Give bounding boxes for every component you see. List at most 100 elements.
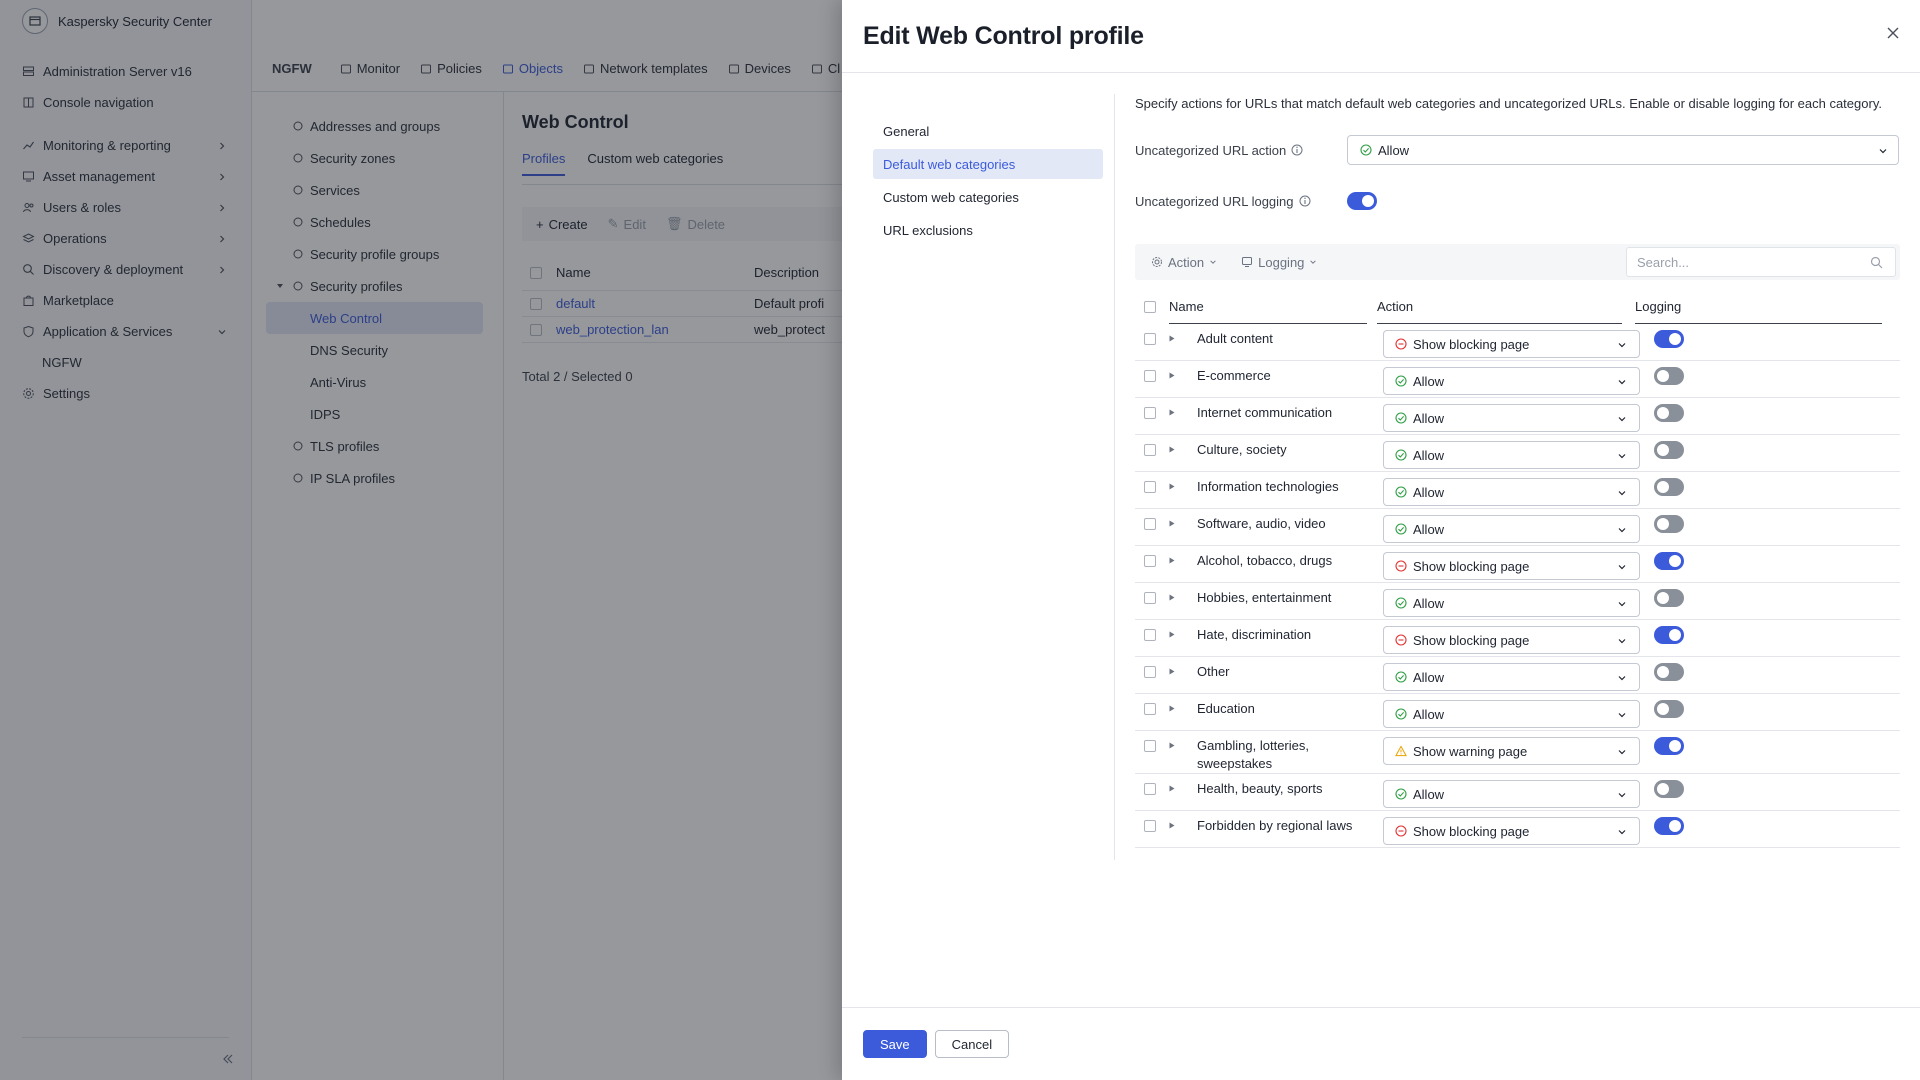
uncategorized-logging-label: Uncategorized URL logging — [1135, 193, 1294, 209]
table-row: Information technologies Allow — [1135, 472, 1900, 509]
row-checkbox[interactable] — [1144, 783, 1156, 795]
caret-right-icon — [1169, 372, 1175, 379]
category-logging-toggle[interactable] — [1654, 552, 1684, 570]
caret-right-icon — [1169, 705, 1175, 712]
expand-row-button[interactable] — [1169, 441, 1191, 453]
category-action-select[interactable]: Allow — [1383, 478, 1640, 506]
category-action-select[interactable]: Allow — [1383, 515, 1640, 543]
category-logging-toggle[interactable] — [1654, 626, 1684, 644]
categories-table: Name Action Logging Adult content Show b… — [1135, 290, 1900, 848]
row-checkbox[interactable] — [1144, 370, 1156, 382]
row-checkbox-cell — [1135, 663, 1167, 678]
category-action-select[interactable]: Allow — [1383, 441, 1640, 469]
check-circle-icon — [1395, 449, 1407, 461]
row-checkbox[interactable] — [1144, 629, 1156, 641]
cancel-button[interactable]: Cancel — [934, 1030, 1010, 1058]
info-icon[interactable] — [1291, 144, 1303, 156]
search-input[interactable] — [1637, 254, 1857, 270]
chevron-down-icon — [1618, 343, 1626, 348]
category-logging-toggle[interactable] — [1654, 515, 1684, 533]
category-action-select[interactable]: Allow — [1383, 367, 1640, 395]
expand-row-button[interactable] — [1169, 700, 1191, 712]
table-header: Name Action Logging — [1135, 290, 1900, 324]
action-filter[interactable]: Action — [1151, 255, 1217, 270]
drawer-section-tab[interactable]: General — [873, 116, 1103, 146]
logging-filter[interactable]: Logging — [1241, 255, 1317, 270]
row-checkbox[interactable] — [1144, 481, 1156, 493]
category-logging-toggle[interactable] — [1654, 780, 1684, 798]
category-action-value: Allow — [1413, 786, 1445, 802]
expand-row-button[interactable] — [1169, 817, 1191, 829]
select-all-checkbox[interactable] — [1144, 301, 1156, 313]
row-checkbox[interactable] — [1144, 703, 1156, 715]
expand-row-button[interactable] — [1169, 404, 1191, 416]
expand-row-button[interactable] — [1169, 780, 1191, 792]
category-logging-toggle[interactable] — [1654, 441, 1684, 459]
expand-row-button[interactable] — [1169, 330, 1191, 342]
table-row: Gambling, lotteries, sweepstakes Show wa… — [1135, 731, 1900, 774]
category-logging-toggle[interactable] — [1654, 330, 1684, 348]
action-status-icon — [1395, 671, 1407, 683]
uncategorized-action-select[interactable]: Allow — [1347, 135, 1899, 165]
row-checkbox[interactable] — [1144, 407, 1156, 419]
expand-row-button[interactable] — [1169, 478, 1191, 490]
row-checkbox[interactable] — [1144, 740, 1156, 752]
info-icon[interactable] — [1299, 195, 1311, 207]
expand-row-button[interactable] — [1169, 626, 1191, 638]
category-name-cell: Hate, discrimination — [1197, 626, 1373, 644]
category-action-select[interactable]: Show blocking page — [1383, 330, 1640, 358]
category-logging-toggle[interactable] — [1654, 404, 1684, 422]
row-checkbox[interactable] — [1144, 333, 1156, 345]
expand-row-button[interactable] — [1169, 663, 1191, 675]
category-logging-toggle[interactable] — [1654, 817, 1684, 835]
expand-row-button[interactable] — [1169, 589, 1191, 601]
row-checkbox[interactable] — [1144, 444, 1156, 456]
drawer-section-tab[interactable]: Default web categories — [873, 149, 1103, 179]
chevron-down-icon — [1618, 602, 1626, 607]
expand-row-button[interactable] — [1169, 515, 1191, 527]
category-action-select[interactable]: Allow — [1383, 780, 1640, 808]
caret-right-icon — [1169, 520, 1175, 527]
search-icon[interactable] — [1870, 256, 1883, 269]
row-checkbox[interactable] — [1144, 518, 1156, 530]
category-logging-toggle[interactable] — [1654, 737, 1684, 755]
category-action-select[interactable]: Allow — [1383, 663, 1640, 691]
table-row: E-commerce Allow — [1135, 361, 1900, 398]
expand-row-button[interactable] — [1169, 737, 1191, 749]
category-action-select[interactable]: Show blocking page — [1383, 626, 1640, 654]
logging-cell — [1654, 589, 1684, 607]
category-logging-toggle[interactable] — [1654, 663, 1684, 681]
row-checkbox[interactable] — [1144, 820, 1156, 832]
drawer-section-tab[interactable]: URL exclusions — [873, 215, 1103, 245]
category-logging-toggle[interactable] — [1654, 367, 1684, 385]
category-action-select[interactable]: Show blocking page — [1383, 552, 1640, 580]
category-action-select[interactable]: Show blocking page — [1383, 817, 1640, 845]
save-button[interactable]: Save — [863, 1030, 927, 1058]
category-action-select[interactable]: Show warning page — [1383, 737, 1640, 765]
row-checkbox[interactable] — [1144, 666, 1156, 678]
table-row: Internet communication Allow — [1135, 398, 1900, 435]
category-action-value: Show blocking page — [1413, 336, 1530, 352]
section-description: Specify actions for URLs that match defa… — [1135, 96, 1882, 111]
category-logging-toggle[interactable] — [1654, 478, 1684, 496]
row-checkbox[interactable] — [1144, 592, 1156, 604]
drawer-section-tab[interactable]: Custom web categories — [873, 182, 1103, 212]
category-name-cell: Education — [1197, 700, 1373, 718]
logging-cell — [1654, 737, 1684, 755]
close-icon[interactable] — [1886, 26, 1900, 40]
row-checkbox[interactable] — [1144, 555, 1156, 567]
check-circle-icon — [1395, 375, 1407, 387]
action-filter-label: Action — [1168, 254, 1205, 270]
chevron-down-icon — [1210, 260, 1216, 264]
category-action-select[interactable]: Allow — [1383, 404, 1640, 432]
category-logging-toggle[interactable] — [1654, 700, 1684, 718]
category-logging-toggle[interactable] — [1654, 589, 1684, 607]
expand-row-button[interactable] — [1169, 552, 1191, 564]
uncategorized-logging-toggle[interactable] — [1347, 192, 1377, 210]
category-action-select[interactable]: Allow — [1383, 700, 1640, 728]
modal-overlay[interactable] — [0, 0, 842, 1080]
expand-row-button[interactable] — [1169, 367, 1191, 379]
check-circle-icon — [1395, 412, 1407, 424]
category-action-select[interactable]: Allow — [1383, 589, 1640, 617]
category-name-cell: E-commerce — [1197, 367, 1373, 385]
